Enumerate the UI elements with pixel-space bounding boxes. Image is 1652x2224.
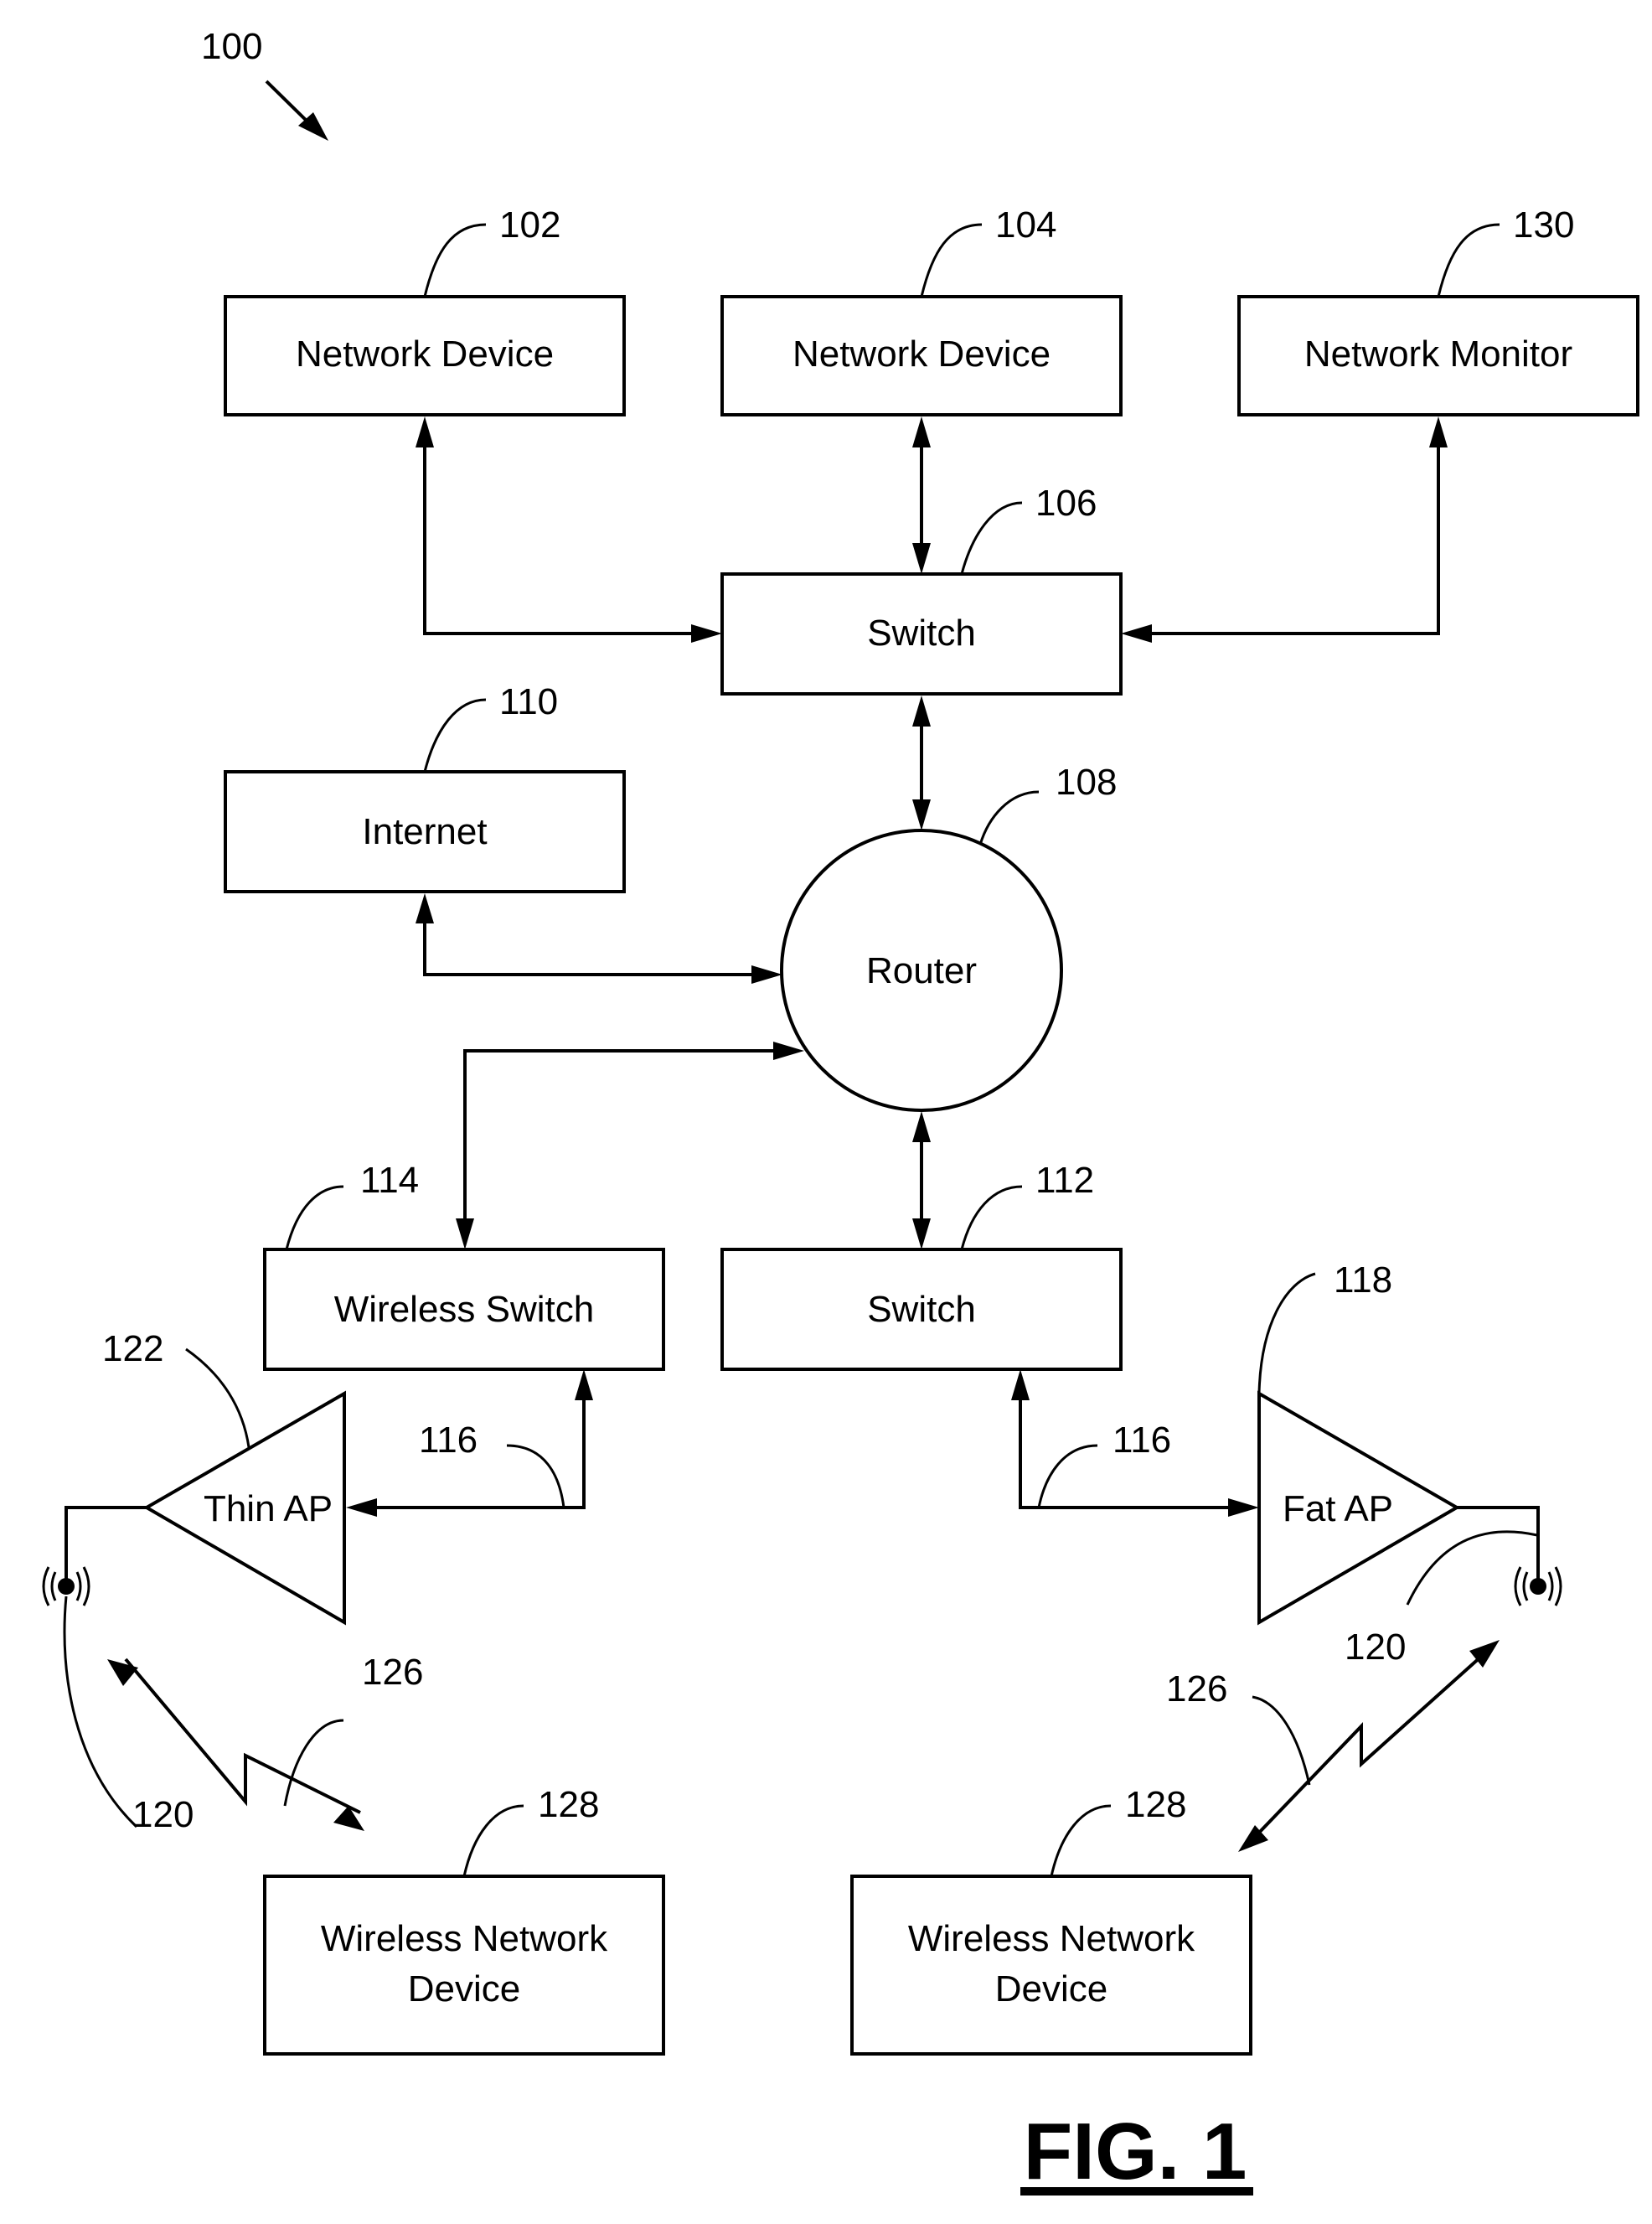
link-102-106 bbox=[416, 416, 722, 643]
ref-label-122: 122 bbox=[102, 1328, 163, 1369]
antenna-icon bbox=[1530, 1578, 1546, 1595]
leader-126-left bbox=[283, 1719, 344, 1807]
signal-wave-icon bbox=[1522, 1571, 1529, 1601]
ref-label-108: 108 bbox=[1056, 762, 1117, 803]
figure-caption-underline bbox=[1020, 2187, 1253, 2196]
leader-108 bbox=[978, 790, 1040, 846]
node-network-monitor-130[interactable]: Network Monitor bbox=[1237, 295, 1639, 416]
link-106-router bbox=[912, 696, 931, 830]
leader-104 bbox=[920, 223, 983, 297]
network-diagram: 100 Network Device 102 Network Device 10… bbox=[42, 26, 1639, 2196]
signal-wave-icon bbox=[50, 1571, 57, 1601]
ref-label-126-left: 126 bbox=[362, 1652, 423, 1693]
leader-116-right bbox=[1037, 1444, 1098, 1508]
ref-label-114: 114 bbox=[360, 1160, 419, 1201]
leader-116-left bbox=[506, 1444, 565, 1508]
ref-label-106: 106 bbox=[1035, 483, 1097, 524]
leader-118 bbox=[1257, 1272, 1316, 1394]
node-fat-ap-118[interactable]: Fat AP bbox=[1257, 1390, 1460, 1626]
node-label: Wireless Switch bbox=[334, 1289, 595, 1330]
leader-126-right bbox=[1252, 1695, 1311, 1786]
leader-130 bbox=[1437, 223, 1500, 297]
antenna-right bbox=[1457, 1506, 1562, 1606]
node-label-line1: Wireless Network bbox=[321, 1918, 608, 1959]
node-internet-110[interactable]: Internet bbox=[224, 770, 626, 893]
ref-label-116-right: 116 bbox=[1113, 1420, 1171, 1461]
node-label: Internet bbox=[362, 811, 487, 852]
ref-label-130: 130 bbox=[1513, 204, 1574, 246]
leader-112 bbox=[960, 1185, 1023, 1250]
ref-label-128-left: 128 bbox=[538, 1784, 599, 1825]
leader-120-left bbox=[63, 1596, 138, 1828]
node-switch-106[interactable]: Switch bbox=[720, 572, 1123, 696]
leader-102 bbox=[423, 223, 487, 297]
node-router-108[interactable]: Router bbox=[780, 829, 1063, 1112]
antenna-icon bbox=[58, 1578, 75, 1595]
leader-128-right bbox=[1050, 1804, 1112, 1877]
leader-114 bbox=[285, 1185, 344, 1250]
node-switch-112[interactable]: Switch bbox=[720, 1248, 1123, 1371]
link-104-106 bbox=[912, 416, 931, 574]
link-internet-router bbox=[416, 893, 782, 984]
link-router-switch-112 bbox=[912, 1111, 931, 1249]
leader-106 bbox=[960, 501, 1023, 575]
node-label: Network Device bbox=[792, 334, 1051, 375]
ref-label-128-right: 128 bbox=[1125, 1784, 1186, 1825]
ref-label-120-left: 120 bbox=[132, 1794, 194, 1835]
node-label: Fat AP bbox=[1283, 1488, 1393, 1529]
ref-label-126-right: 126 bbox=[1166, 1668, 1227, 1709]
link-130-106 bbox=[1121, 416, 1448, 643]
leader-122 bbox=[185, 1347, 250, 1448]
ref-label-118: 118 bbox=[1334, 1259, 1392, 1301]
ref-label-120-right: 120 bbox=[1345, 1627, 1406, 1668]
node-wireless-device-right-128[interactable]: Wireless Network Device bbox=[850, 1875, 1252, 2056]
node-wireless-switch-114[interactable]: Wireless Switch bbox=[263, 1248, 665, 1371]
node-label: Network Monitor bbox=[1304, 334, 1572, 375]
ref-label-104: 104 bbox=[995, 204, 1056, 246]
node-label-line2: Device bbox=[408, 1968, 521, 2009]
node-network-device-104[interactable]: Network Device bbox=[720, 295, 1123, 416]
leader-120-right bbox=[1406, 1530, 1538, 1606]
ref-label-112: 112 bbox=[1035, 1160, 1094, 1201]
ref-label-110: 110 bbox=[499, 681, 558, 722]
leader-110 bbox=[423, 698, 487, 773]
antenna-left bbox=[42, 1506, 147, 1606]
link-router-wireless-switch bbox=[456, 1042, 804, 1249]
node-label: Thin AP bbox=[204, 1488, 333, 1529]
node-wireless-device-left-128[interactable]: Wireless Network Device bbox=[263, 1875, 665, 2056]
figure-caption: FIG. 1 bbox=[1024, 2107, 1247, 2196]
link-wireless-right bbox=[1238, 1640, 1500, 1852]
ref-label-102: 102 bbox=[499, 204, 560, 246]
node-label: Switch bbox=[867, 1289, 976, 1330]
leader-128-left bbox=[462, 1804, 524, 1877]
node-label-line2: Device bbox=[995, 1968, 1108, 2009]
ref-label-116-left: 116 bbox=[419, 1420, 478, 1461]
node-label-line1: Wireless Network bbox=[908, 1918, 1195, 1959]
node-network-device-102[interactable]: Network Device bbox=[224, 295, 626, 416]
node-label: Network Device bbox=[296, 334, 554, 375]
figure-ref-label: 100 bbox=[201, 26, 262, 67]
figure-ref-arrow bbox=[265, 80, 328, 141]
node-label: Switch bbox=[867, 613, 976, 654]
node-label: Router bbox=[866, 950, 977, 991]
